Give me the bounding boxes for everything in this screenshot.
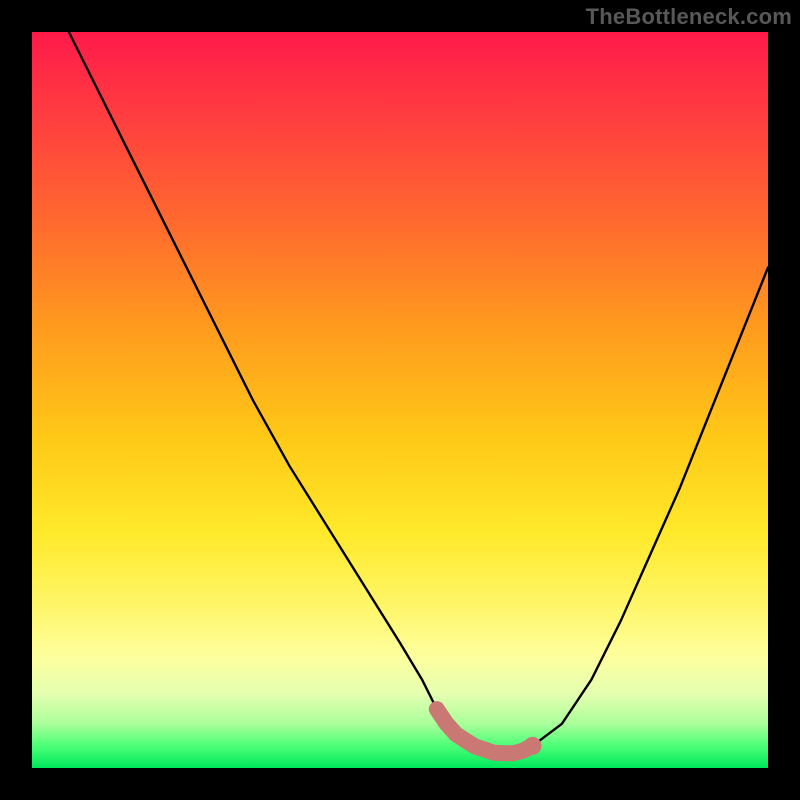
- watermark-text: TheBottleneck.com: [586, 4, 792, 30]
- highlight-end-dot: [524, 737, 542, 755]
- plot-area: [32, 32, 768, 768]
- curve-svg: [32, 32, 768, 768]
- optimal-zone-marker: [437, 709, 533, 753]
- bottleneck-curve: [69, 32, 768, 753]
